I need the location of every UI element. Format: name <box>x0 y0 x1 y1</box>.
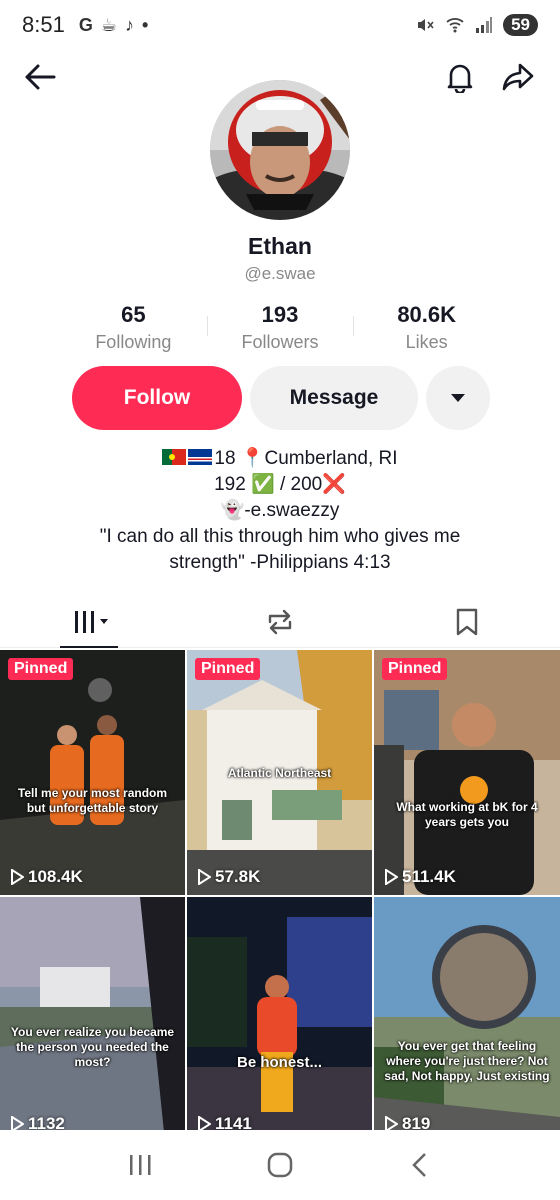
video-caption: Tell me your most random but unforgettab… <box>17 786 168 815</box>
video-caption: You ever get that feeling where you're j… <box>384 1039 550 1083</box>
play-icon <box>198 869 211 885</box>
chevron-left-icon <box>412 1153 426 1177</box>
video-thumbnail-image <box>0 650 185 895</box>
portugal-flag-icon <box>162 449 187 465</box>
profile-bio: 18 📍Cumberland, RI 192 ✅ / 200❌ 👻-e.swae… <box>0 446 560 576</box>
bio-line-2: 192 ✅ / 200❌ <box>214 474 346 495</box>
video-thumbnail[interactable]: You ever realize you became the person y… <box>0 897 185 1142</box>
videos-grid-icon <box>75 610 109 633</box>
bio-line-4: "I can do all this through him who gives… <box>99 526 461 547</box>
video-thumbnail-image <box>374 897 560 1142</box>
bookmark-icon <box>456 608 477 635</box>
profile-name: Ethan <box>248 233 312 259</box>
repost-icon <box>268 609 292 634</box>
video-thumbnail-image <box>374 650 560 895</box>
stat-value: 65 <box>121 302 146 327</box>
bio-line-5: strength" -Philippians 4:13 <box>169 552 391 573</box>
status-app-icons: G ☕ ♪ • <box>79 15 148 36</box>
profile-handle: @e.swae <box>244 264 316 283</box>
recent-apps-icon <box>130 1155 151 1175</box>
video-grid: Pinned Tell me your most random but unfo… <box>0 650 560 1142</box>
pinned-badge: Pinned <box>195 658 261 680</box>
cup-icon: ☕ <box>100 14 117 35</box>
video-thumbnail[interactable]: You ever get that feeling where you're j… <box>374 897 560 1142</box>
bio-line-1: 18 📍Cumberland, RI <box>0 446 560 472</box>
message-button[interactable]: Message <box>250 366 418 430</box>
battery-indicator: 59 <box>503 14 538 36</box>
video-thumbnail[interactable]: Pinned Tell me your most random but unfo… <box>0 650 185 895</box>
view-count-text: 57.8K <box>215 867 261 886</box>
bio-location-text: 18 📍Cumberland, RI <box>214 448 398 469</box>
bio-line-3: 👻-e.swaezzy <box>220 500 340 521</box>
pinned-badge: Pinned <box>8 658 74 680</box>
system-back-button[interactable] <box>400 1145 440 1185</box>
video-thumbnail[interactable]: Be honest... 1141 <box>187 897 372 1142</box>
system-nav-bar <box>0 1130 560 1200</box>
stat-followers[interactable]: 193 Followers <box>206 302 354 353</box>
play-icon <box>11 869 24 885</box>
share-arrow-icon <box>502 63 534 91</box>
bell-icon <box>447 64 473 93</box>
mute-icon <box>418 19 434 31</box>
home-icon <box>267 1152 293 1178</box>
video-caption: What working at bK for 4 years gets you <box>396 800 538 829</box>
tab-saved[interactable] <box>373 596 560 647</box>
profile-avatar[interactable] <box>210 80 350 220</box>
pinned-badge: Pinned <box>382 658 448 680</box>
view-count: 57.8K <box>197 867 260 887</box>
view-count: 511.4K <box>384 867 456 887</box>
stat-label: Following <box>95 332 172 352</box>
wifi-icon <box>446 18 464 33</box>
profile-actions: Follow Message <box>72 366 490 430</box>
stat-label: Likes <box>405 332 448 352</box>
play-icon <box>385 869 398 885</box>
stat-likes[interactable]: 80.6K Likes <box>353 302 500 353</box>
stat-label: Followers <box>241 332 319 352</box>
view-count-text: 511.4K <box>402 867 456 886</box>
google-icon: G <box>78 14 93 35</box>
home-button[interactable] <box>260 1145 300 1185</box>
avatar-image <box>210 80 350 220</box>
more-options-button[interactable] <box>426 366 490 430</box>
notifications-button[interactable] <box>438 55 482 99</box>
caret-down-icon <box>451 394 465 402</box>
stat-following[interactable]: 65 Following <box>60 302 207 353</box>
status-bar: 8:51 G ☕ ♪ • 59 <box>0 0 560 50</box>
back-arrow-icon <box>25 64 56 90</box>
status-right: 59 <box>415 14 538 36</box>
stat-value: 80.6K <box>397 302 457 327</box>
cape-verde-flag-icon <box>188 449 213 465</box>
tiktok-icon: ♪ <box>124 14 134 35</box>
signal-icon <box>476 17 493 33</box>
dot-icon: • <box>141 14 149 35</box>
follow-button[interactable]: Follow <box>72 366 242 430</box>
video-thumbnail-image <box>0 897 185 1142</box>
tab-reposts[interactable] <box>187 596 374 647</box>
view-count: 108.4K <box>10 867 83 887</box>
stat-value: 193 <box>261 302 299 327</box>
tab-videos[interactable] <box>0 596 187 648</box>
view-count-text: 108.4K <box>28 867 83 886</box>
video-thumbnail-image <box>187 897 372 1142</box>
recent-apps-button[interactable] <box>120 1145 160 1185</box>
share-button[interactable] <box>496 55 540 99</box>
video-caption: Be honest... <box>236 1054 322 1071</box>
video-caption: Atlantic Northeast <box>227 766 332 780</box>
back-button[interactable] <box>18 55 62 99</box>
profile-stats: 65 Following 193 Followers 80.6K Likes <box>60 302 500 353</box>
video-thumbnail[interactable]: Pinned What working at bK for 4 years ge… <box>374 650 560 895</box>
video-caption: You ever realize you became the person y… <box>10 1025 175 1069</box>
status-time: 8:51 <box>22 12 65 37</box>
video-thumbnail[interactable]: Pinned Atlantic Northeast 57.8K <box>187 650 372 895</box>
profile-tabs <box>0 596 560 648</box>
